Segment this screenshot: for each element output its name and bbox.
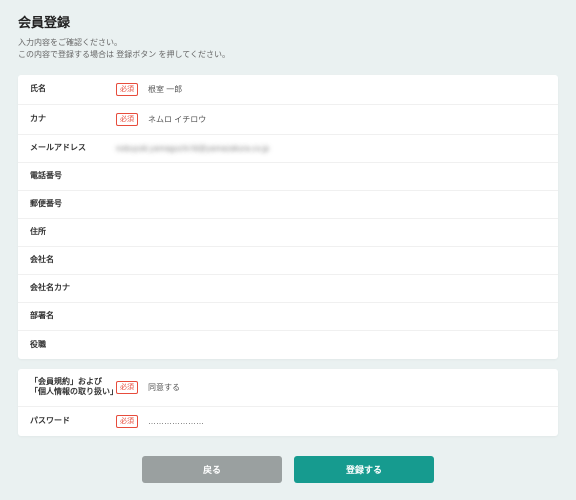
label-position: 役職 bbox=[30, 340, 116, 350]
row-department: 部署名 bbox=[18, 303, 558, 331]
value-password: ………………… bbox=[148, 417, 546, 426]
required-badge: 必須 bbox=[116, 113, 138, 126]
row-company-kana: 会社名カナ bbox=[18, 275, 558, 303]
subtitle-line-2: この内容で登録する場合は 登録ボタン を押してください。 bbox=[18, 50, 230, 59]
label-email: メールアドレス bbox=[30, 143, 116, 153]
required-badge: 必須 bbox=[116, 415, 138, 428]
row-email: メールアドレス nobuyuki.yamaguchi-fd@yamazakura… bbox=[18, 135, 558, 163]
subtitle-line-1: 入力内容をご確認ください。 bbox=[18, 38, 122, 47]
label-company: 会社名 bbox=[30, 255, 116, 265]
row-address: 住所 bbox=[18, 219, 558, 247]
label-address: 住所 bbox=[30, 227, 116, 237]
page-subtitle: 入力内容をご確認ください。 この内容で登録する場合は 登録ボタン を押してくださ… bbox=[18, 37, 558, 61]
label-password: パスワード bbox=[30, 416, 116, 426]
row-password: パスワード 必須 ………………… bbox=[18, 407, 558, 436]
value-kana: ネムロ イチロウ bbox=[148, 114, 546, 125]
label-phone: 電話番号 bbox=[30, 171, 116, 181]
agreement-card: 「会員規約」および「個人情報の取り扱い」 必須 同意する パスワード 必須 ……… bbox=[18, 369, 558, 436]
row-position: 役職 bbox=[18, 331, 558, 359]
value-email: nobuyuki.yamaguchi-fd@yamazakura.co.jp bbox=[116, 144, 546, 153]
row-company: 会社名 bbox=[18, 247, 558, 275]
row-postal: 郵便番号 bbox=[18, 191, 558, 219]
required-badge: 必須 bbox=[116, 83, 138, 96]
label-postal: 郵便番号 bbox=[30, 199, 116, 209]
row-kana: カナ 必須 ネムロ イチロウ bbox=[18, 105, 558, 135]
required-badge: 必須 bbox=[116, 381, 138, 394]
label-kana: カナ bbox=[30, 114, 116, 124]
page-title: 会員登録 bbox=[18, 12, 558, 31]
submit-button[interactable]: 登録する bbox=[294, 456, 434, 483]
row-terms: 「会員規約」および「個人情報の取り扱い」 必須 同意する bbox=[18, 369, 558, 407]
label-department: 部署名 bbox=[30, 311, 116, 321]
main-fields-card: 氏名 必須 根室 一郎 カナ 必須 ネムロ イチロウ メールアドレス nobuy… bbox=[18, 75, 558, 359]
row-name: 氏名 必須 根室 一郎 bbox=[18, 75, 558, 105]
label-name: 氏名 bbox=[30, 84, 116, 94]
row-phone: 電話番号 bbox=[18, 163, 558, 191]
label-company-kana: 会社名カナ bbox=[30, 283, 116, 293]
value-name: 根室 一郎 bbox=[148, 84, 546, 95]
back-button[interactable]: 戻る bbox=[142, 456, 282, 483]
label-terms: 「会員規約」および「個人情報の取り扱い」 bbox=[30, 377, 116, 398]
value-terms: 同意する bbox=[148, 382, 546, 393]
button-bar: 戻る 登録する bbox=[18, 446, 558, 497]
